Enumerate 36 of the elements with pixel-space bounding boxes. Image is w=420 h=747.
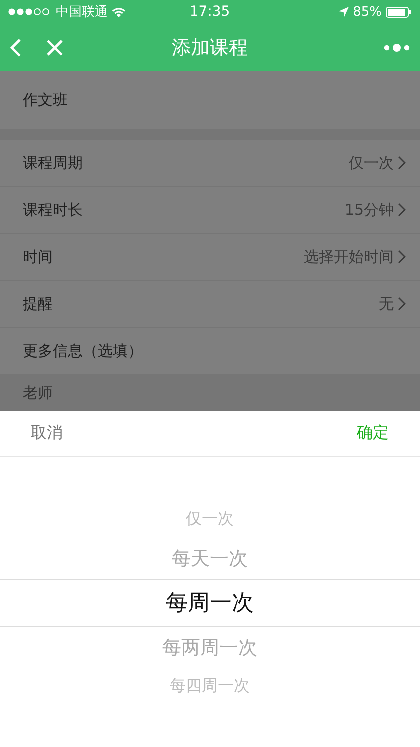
- row-label: 提醒: [23, 294, 53, 314]
- row-label: 时间: [23, 248, 53, 266]
- signal-icon: [8, 8, 52, 16]
- back-icon[interactable]: [10, 38, 22, 58]
- row-label: 课程时长: [23, 200, 83, 220]
- course-name-field[interactable]: 作文班: [0, 71, 420, 129]
- page-title: 添加课程: [171, 36, 249, 60]
- row-value: 15分钟: [344, 200, 394, 220]
- settings-row[interactable]: 课程时长 15分钟: [0, 187, 420, 234]
- settings-row[interactable]: 更多信息（选填）: [0, 328, 420, 375]
- carrier-name: 中国联通: [56, 4, 108, 21]
- settings-row[interactable]: 课程周期 仅一次: [0, 140, 420, 187]
- chevron-icon: [398, 250, 406, 264]
- chevron-icon: [398, 203, 406, 217]
- row-value: 选择开始时间: [304, 248, 394, 266]
- row-value: 无: [379, 294, 394, 314]
- confirm-button[interactable]: 确定: [357, 419, 389, 448]
- location-arrow-icon: [339, 7, 350, 17]
- row-label: 更多信息（选填）: [23, 342, 143, 360]
- picker-option[interactable]: 每两周一次: [0, 627, 420, 668]
- cancel-button[interactable]: 取消: [31, 419, 63, 448]
- section-label: 老师: [23, 384, 53, 402]
- battery-icon: [386, 6, 412, 18]
- close-icon[interactable]: [46, 38, 64, 56]
- wifi-icon: [112, 6, 126, 18]
- picker-option[interactable]: 每天一次: [0, 538, 420, 579]
- row-label: 课程周期: [23, 154, 83, 172]
- chevron-icon: [398, 297, 406, 311]
- settings-row[interactable]: 提醒 无: [0, 281, 420, 328]
- settings-row[interactable]: 时间 选择开始时间: [0, 234, 420, 281]
- clock-time: 17:35: [190, 4, 230, 20]
- row-value: 仅一次: [349, 154, 394, 172]
- chevron-icon: [398, 156, 406, 170]
- picker-option[interactable]: 每周一次: [0, 579, 420, 627]
- battery-percent: 85%: [353, 4, 382, 20]
- more-icon[interactable]: [384, 42, 410, 52]
